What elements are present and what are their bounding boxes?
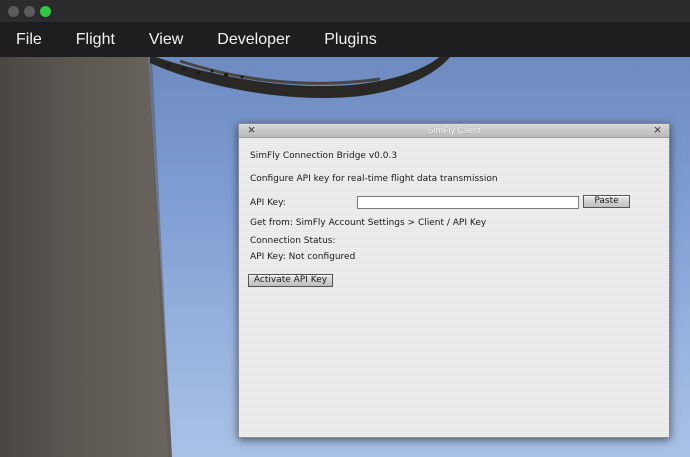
dialog-close-icon-right[interactable]: × [651, 123, 664, 137]
dialog-close-icon[interactable]: × [245, 123, 258, 137]
api-key-help-text: Get from: SimFly Account Settings > Clie… [250, 218, 487, 228]
api-key-input[interactable] [357, 196, 579, 209]
simulator-viewport[interactable]: SimFly Client × × SimFly Connection Brid… [0, 57, 690, 457]
window-titlebar [0, 0, 690, 23]
dialog-description: Configure API key for real-time flight d… [250, 174, 498, 184]
window-zoom-button[interactable] [40, 6, 51, 17]
paste-button[interactable]: Paste [583, 195, 630, 208]
api-key-status: API Key: Not configured [250, 252, 356, 262]
menu-plugins[interactable]: Plugins [324, 31, 376, 49]
menu-flight[interactable]: Flight [76, 31, 115, 49]
api-key-label: API Key: [250, 198, 286, 208]
window-minimize-button[interactable] [24, 6, 35, 17]
dialog-title: SimFly Client [239, 124, 669, 138]
dialog-heading: SimFly Connection Bridge v0.0.3 [250, 151, 398, 161]
aircraft-wheel [150, 57, 450, 98]
menu-file[interactable]: File [16, 31, 42, 49]
menu-developer[interactable]: Developer [217, 31, 290, 49]
activate-api-key-button[interactable]: Activate API Key [248, 274, 333, 287]
connection-status-heading: Connection Status: [250, 236, 336, 246]
simfly-client-dialog: SimFly Client × × SimFly Connection Brid… [238, 123, 670, 438]
menu-bar: File Flight View Developer Plugins [0, 23, 690, 57]
hangar-pillar [0, 57, 172, 457]
window-close-button[interactable] [8, 6, 19, 17]
menu-view[interactable]: View [149, 31, 183, 49]
